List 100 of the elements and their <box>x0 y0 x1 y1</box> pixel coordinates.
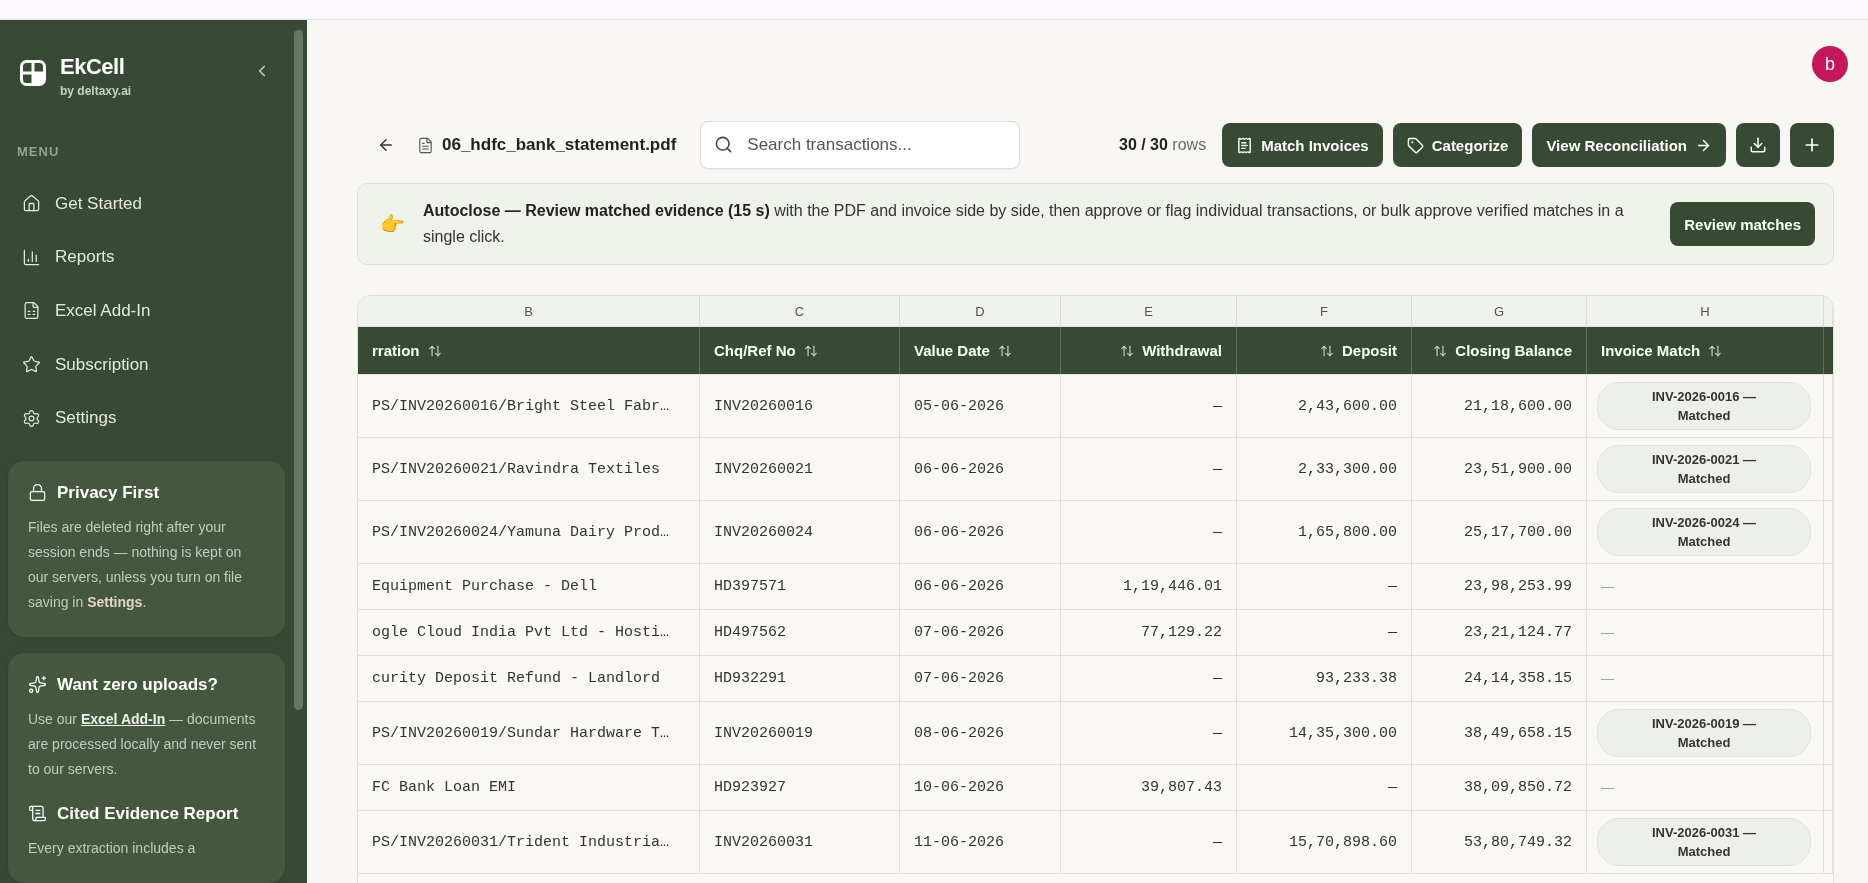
table-cell: 23,98,253.99 <box>1412 564 1587 609</box>
table-cell: 21,18,600.00 <box>1412 375 1587 437</box>
column-header[interactable]: Value Date <box>900 327 1061 374</box>
toolbar-button[interactable]: View Reconciliation <box>1532 123 1726 167</box>
column-letter: G <box>1412 296 1587 326</box>
search-field[interactable]: Search transactions... <box>700 121 1021 169</box>
table-cell: — <box>1061 438 1237 500</box>
card-title: Cited Evidence Report <box>57 803 239 824</box>
table-cell: HD497562 <box>700 610 900 655</box>
table-cell: INV20260024 <box>700 501 900 563</box>
table-cell-text: — <box>1600 780 1614 795</box>
table-cell: 24,14,358.15 <box>1412 656 1587 701</box>
table-cell: 1,65,800.00 <box>1237 501 1412 563</box>
nav-item[interactable]: Get Started <box>8 177 285 231</box>
toolbar-button[interactable]: Categorize <box>1392 123 1523 167</box>
table-cell: 39,807.43 <box>1061 765 1237 810</box>
table-cell: — <box>1237 610 1412 655</box>
table-cell: HD397571 <box>700 564 900 609</box>
table-cell: — <box>1061 702 1237 764</box>
lock-icon <box>28 483 47 503</box>
card-text: Files are deleted right after your session ends — nothing is kept on our servers, unless you turn on file saving in Settings. <box>28 517 243 612</box>
excel-add-in-link[interactable]: Excel Add-In <box>80 710 166 727</box>
table-cell-text: — <box>1600 671 1614 686</box>
column-header[interactable]: Closing Balance <box>1412 327 1587 374</box>
table-cell: 53,80,749.32 <box>1412 811 1587 873</box>
match-status-pill[interactable]: INV-2026-0021 — Matched <box>1597 445 1811 493</box>
sort-icon <box>1708 343 1723 358</box>
search-icon <box>714 135 734 154</box>
column-letter: H <box>1587 296 1824 326</box>
table-cell: HD932291 <box>700 656 900 701</box>
table-cell: PS/INV20260021/Ravindra Textiles <box>358 438 700 500</box>
match-status-pill[interactable]: INV-2026-0031 — Matched <box>1597 818 1811 866</box>
toolbar-button[interactable]: Match Invoices <box>1222 123 1383 167</box>
star-icon <box>22 355 41 375</box>
table-cell: HD923927 <box>700 765 900 810</box>
nav-item[interactable]: Reports <box>8 230 285 285</box>
table-cell: — <box>1061 811 1237 873</box>
table-cell: 05-06-2026 <box>900 375 1061 437</box>
table-cell: 93,233.38 <box>1237 656 1412 701</box>
nav-item[interactable]: Excel Add-In <box>8 284 285 338</box>
nav-item[interactable]: Subscription <box>8 337 285 392</box>
table-cell: Equipment Purchase - Dell <box>358 564 700 609</box>
tag-icon <box>1406 136 1424 154</box>
table-cell: 07-06-2026 <box>900 610 1061 655</box>
scrollbar-thumb[interactable] <box>294 30 303 710</box>
table-cell: 14,35,300.00 <box>1237 702 1412 764</box>
column-header[interactable]: Withdrawal <box>1061 327 1237 374</box>
table-cell: — <box>1237 765 1412 810</box>
table-cell: 10-06-2026 <box>900 765 1061 810</box>
column-letter: B <box>358 296 700 326</box>
table-cell: ogle Cloud India Pvt Ltd - Hosti… <box>358 610 700 655</box>
table-cell-text: — <box>1600 625 1614 640</box>
sort-icon <box>427 343 442 358</box>
brand-tagline: by deltaxy.ai <box>60 84 133 98</box>
table-cell: 23,51,900.00 <box>1412 438 1587 500</box>
table-cell: FC Bank Loan EMI <box>358 765 700 810</box>
table-cell: 06-06-2026 <box>900 564 1061 609</box>
column-header[interactable]: Invoice Match <box>1587 327 1824 374</box>
table-cell: 38,09,850.72 <box>1412 765 1587 810</box>
table-cell: 1,19,446.01 <box>1061 564 1237 609</box>
table-cell: 11-06-2026 <box>900 811 1061 873</box>
table-cell: — <box>1237 564 1412 609</box>
match-status-pill[interactable]: INV-2026-0016 — Matched <box>1597 382 1811 430</box>
download-icon <box>1749 136 1767 154</box>
card-title: Want zero uploads? <box>57 674 218 695</box>
card-title: Privacy First <box>57 482 160 503</box>
review-matches-button[interactable]: Review matches <box>1670 202 1815 246</box>
column-letter: E <box>1061 296 1237 326</box>
column-header[interactable]: rration <box>358 327 700 374</box>
receipt-icon <box>1236 136 1254 154</box>
sort-icon <box>1320 343 1334 358</box>
table-cell: INV20260021 <box>700 438 900 500</box>
card-text: Every extraction includes a <box>28 838 197 858</box>
table-cell: PS/INV20260031/Trident Industria… <box>358 811 700 873</box>
table-cell: — <box>1061 656 1237 701</box>
table-cell-text: — <box>1600 579 1614 594</box>
table-cell: INV20260031 <box>700 811 900 873</box>
user-avatar[interactable]: b <box>1812 46 1848 82</box>
settings-icon <box>22 408 41 428</box>
row-count: 30 / 30 rows <box>1119 136 1207 154</box>
bar-chart-icon <box>22 247 41 267</box>
menu-label: MENU <box>17 144 61 159</box>
pointing-hand-emoji: 👉 <box>380 212 405 236</box>
table-cell: PS/INV20260024/Yamuna Dairy Prod… <box>358 501 700 563</box>
table-cell: PS/INV20260019/Sundar Hardware T… <box>358 702 700 764</box>
nav-item[interactable]: Settings <box>8 391 285 445</box>
table-cell: 07-06-2026 <box>900 656 1061 701</box>
download-button[interactable] <box>1736 123 1780 167</box>
add-button[interactable] <box>1790 123 1834 167</box>
file-name: 06_hdfc_bank_statement.pdf <box>442 135 677 155</box>
match-status-pill[interactable]: INV-2026-0024 — Matched <box>1597 508 1811 556</box>
home-icon <box>22 194 41 214</box>
sort-icon <box>803 343 818 358</box>
column-header[interactable]: Chq/Ref No <box>700 327 900 374</box>
match-status-pill[interactable]: INV-2026-0019 — Matched <box>1597 709 1811 757</box>
sparkles-icon <box>28 675 47 695</box>
table-cell: 25,17,700.00 <box>1412 501 1587 563</box>
grid-logo-icon <box>20 60 46 86</box>
column-header[interactable]: Deposit <box>1237 327 1412 374</box>
table-cell: curity Deposit Refund - Landlord <box>358 656 700 701</box>
